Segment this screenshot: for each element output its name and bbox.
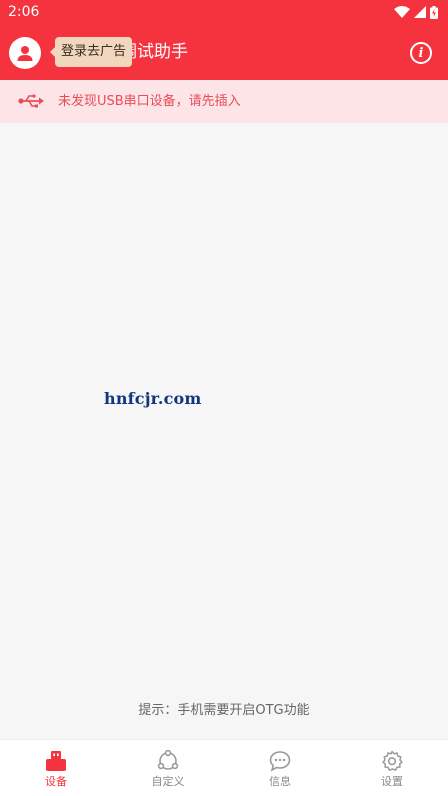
- nav-label-custom: 自定义: [151, 775, 185, 788]
- nav-item-custom[interactable]: 自定义: [112, 740, 224, 796]
- login-tooltip[interactable]: 登录去广告: [49, 37, 133, 67]
- usb-notice-bar: 未发现USB串口设备，请先插入: [0, 80, 448, 123]
- bottom-nav: 设备 自定义 信息 设置: [0, 739, 448, 796]
- status-icons: [394, 5, 438, 19]
- usb-icon: [18, 94, 44, 108]
- wifi-icon: [394, 6, 410, 18]
- info-icon: i: [418, 45, 424, 61]
- usb-notice-text: 未发现USB串口设备，请先插入: [58, 94, 241, 109]
- user-avatar-button[interactable]: [9, 37, 41, 69]
- nav-item-settings[interactable]: 设置: [336, 740, 448, 796]
- chat-bubble-icon: [269, 750, 291, 772]
- nav-item-info[interactable]: 信息: [224, 740, 336, 796]
- nav-label-device: 设备: [45, 775, 67, 788]
- app-bar: 调试助手 登录去广告 i: [0, 24, 448, 80]
- gear-icon: [381, 750, 403, 772]
- usb-device-icon: [45, 750, 67, 772]
- nav-item-device[interactable]: 设备: [0, 740, 112, 796]
- watermark-text: hnfcjr.com: [104, 389, 202, 408]
- battery-icon: [430, 5, 438, 19]
- user-icon: [17, 46, 33, 61]
- nav-label-info: 信息: [269, 775, 291, 788]
- status-time: 2:06: [8, 4, 40, 20]
- signal-icon: [414, 6, 426, 18]
- status-bar: 2:06: [0, 0, 448, 24]
- nav-label-settings: 设置: [381, 775, 403, 788]
- otg-hint: 提示：手机需要开启OTG功能: [138, 703, 310, 718]
- header: 2:06 调试助手 登录去广告 i: [0, 0, 448, 80]
- custom-nodes-icon: [157, 750, 179, 772]
- info-button[interactable]: i: [410, 42, 432, 64]
